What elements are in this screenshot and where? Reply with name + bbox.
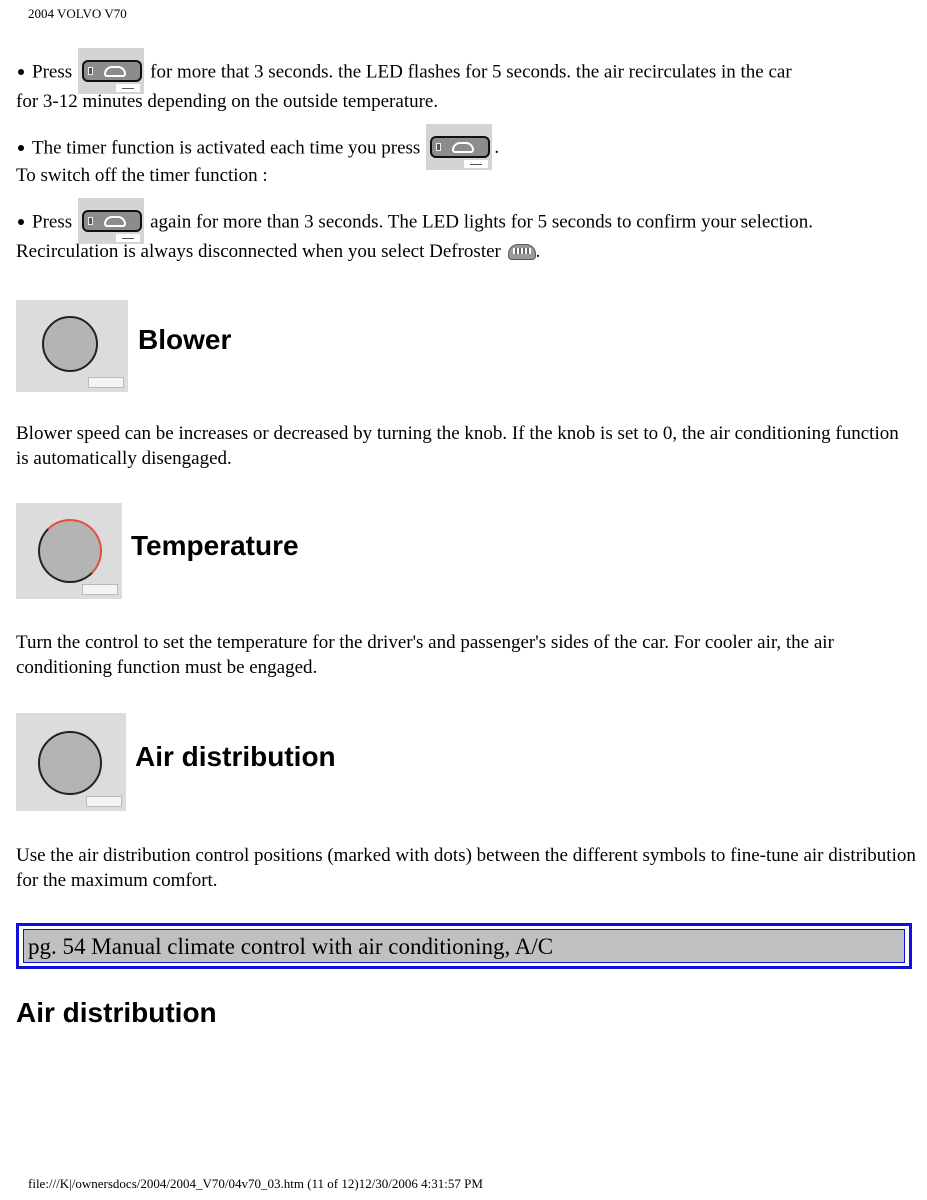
bullet-icon — [18, 219, 24, 225]
text: Press — [32, 211, 73, 233]
text: The timer function is activated each tim… — [32, 137, 421, 159]
page-link-box: pg. 54 Manual climate control with air c… — [16, 923, 912, 969]
recirculation-button-icon — [78, 198, 145, 244]
recirculation-button-icon — [426, 124, 493, 170]
bullet-icon — [18, 145, 24, 151]
text: for more that 3 seconds. the LED flashes… — [150, 61, 792, 83]
section-title-temperature: Temperature — [131, 530, 299, 561]
document-header: 2004 VOLVO V70 — [28, 6, 127, 21]
air-distribution-knob-image — [16, 713, 126, 811]
instruction-line-6: Recirculation is always disconnected whe… — [16, 240, 540, 264]
text: Recirculation is always disconnected whe… — [16, 241, 501, 262]
text: . — [535, 241, 541, 262]
section-text-temperature: Turn the control to set the temperature … — [16, 632, 834, 678]
text: again for more than 3 seconds. The LED l… — [150, 211, 814, 233]
blower-knob-image — [16, 300, 128, 392]
instruction-line-4: To switch off the timer function : — [16, 165, 268, 186]
next-section-heading: Air distribution — [16, 997, 217, 1028]
defroster-icon — [506, 242, 536, 260]
page-link[interactable]: pg. 54 Manual climate control with air c… — [23, 929, 905, 963]
text: . — [494, 137, 500, 159]
temperature-knob-image — [16, 503, 122, 599]
section-text-air-distribution: Use the air distribution control positio… — [16, 845, 916, 891]
section-title-air-distribution: Air distribution — [135, 741, 336, 772]
instruction-line-2: for 3-12 minutes depending on the outsid… — [16, 91, 439, 112]
document-footer: file:///K|/ownersdocs/2004/2004_V70/04v7… — [28, 1176, 483, 1191]
text: Press — [32, 61, 73, 83]
section-text-blower: Blower speed can be increases or decreas… — [16, 423, 899, 469]
recirculation-button-icon — [78, 48, 145, 94]
bullet-icon — [18, 69, 24, 75]
section-title-blower: Blower — [138, 324, 232, 355]
